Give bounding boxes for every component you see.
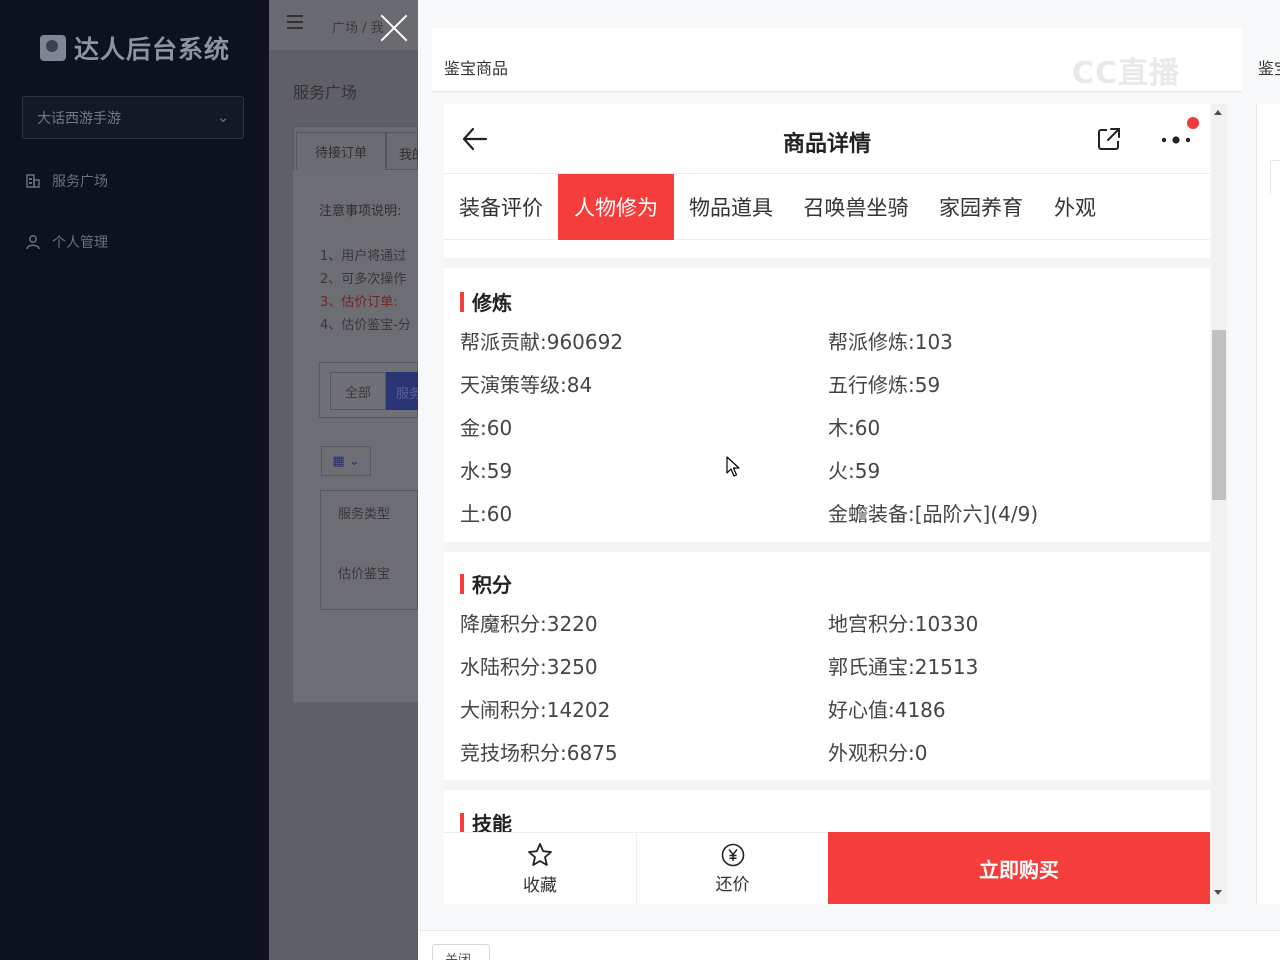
section-title-text: 积分 (472, 573, 512, 597)
watermark: CC直播 (1072, 56, 1181, 91)
filter-all-button[interactable]: 全部 (330, 372, 386, 410)
logo-text: 达人后台系统 (74, 35, 231, 64)
chevron-down-icon: ⌄ (348, 453, 360, 469)
notes-title: 注意事项说明: (319, 204, 402, 219)
sidebar-item-service-square[interactable]: 服务广场 (24, 171, 108, 191)
grid-icon: ▦ (332, 453, 345, 469)
sidebar-item-label: 服务广场 (52, 174, 108, 190)
filter-service-button[interactable]: 服务 (386, 372, 418, 410)
favorite-label: 收藏 (523, 875, 557, 896)
tab-appearance[interactable]: 外观 (1038, 174, 1112, 240)
section-divider (444, 780, 1210, 790)
tab-character[interactable]: 人物修为 (558, 174, 674, 240)
sidebar-item-personal[interactable]: 个人管理 (24, 232, 108, 252)
section-divider (444, 258, 1210, 268)
back-arrow-icon[interactable] (460, 124, 490, 154)
table-cell: 估价鉴宝 (338, 567, 391, 582)
column-toggle-button[interactable]: ▦ ⌄ (321, 446, 371, 476)
close-icon[interactable] (374, 8, 414, 48)
stat-item: 水陆积分:3250 (460, 655, 598, 679)
sidebar (0, 0, 269, 960)
section-title-points: 积分 (460, 569, 512, 598)
share-icon[interactable] (1094, 124, 1124, 154)
tab-home[interactable]: 家园养育 (924, 174, 1038, 240)
stat-item: 水:59 (460, 459, 513, 483)
note-line: 1、用户将通过 (320, 249, 407, 264)
right-panel-inner (1270, 160, 1280, 194)
drawer-title: 鉴宝商品 (444, 59, 509, 78)
section-title-cultivation: 修炼 (460, 287, 512, 316)
stat-item: 土:60 (460, 502, 513, 526)
menu-icon[interactable] (287, 15, 305, 31)
scroll-up-arrow[interactable] (1214, 110, 1222, 115)
favorite-button[interactable]: 收藏 (444, 832, 636, 904)
stat-item: 外观积分:0 (828, 741, 928, 765)
game-select[interactable]: 大话西游手游 ⌄ (22, 96, 244, 139)
close-button[interactable]: 关闭 (432, 944, 490, 960)
scroll-down-arrow[interactable] (1214, 890, 1222, 895)
star-icon (528, 842, 552, 866)
yen-coin-icon (721, 843, 744, 866)
sidebar-item-label: 个人管理 (52, 235, 108, 251)
section-marker (460, 812, 464, 833)
stat-item: 竞技场积分:6875 (460, 741, 618, 765)
scrollbar-thumb[interactable] (1212, 330, 1226, 500)
scrollbar[interactable] (1211, 104, 1227, 904)
table-header: 服务类型 (338, 507, 391, 522)
stat-item: 帮派贡献:960692 (460, 330, 624, 354)
buy-now-button[interactable]: 立即购买 (828, 832, 1210, 904)
tab-items[interactable]: 物品道具 (674, 174, 788, 240)
page-title: 服务广场 (293, 83, 358, 102)
right-panel-title: 鉴宝 (1258, 59, 1280, 78)
logo-icon (40, 35, 66, 61)
game-select-value: 大话西游手游 (37, 110, 121, 127)
mouse-cursor-icon (726, 456, 740, 482)
stat-item: 地宫积分:10330 (828, 612, 979, 636)
stat-item: 五行修炼:59 (828, 373, 941, 397)
product-page-title: 商品详情 (782, 132, 871, 157)
stat-item: 木:60 (828, 416, 881, 440)
section-divider (444, 542, 1210, 552)
stat-item: 好心值:4186 (828, 698, 946, 722)
note-line: 2、可多次操作 (320, 272, 407, 287)
stat-item: 降魔积分:3220 (460, 612, 598, 636)
stat-item: 帮派修炼:103 (828, 330, 953, 354)
note-line: 3、估价订单: (320, 295, 398, 310)
user-icon (24, 233, 42, 251)
section-marker (460, 573, 464, 594)
section-title-text: 修炼 (472, 291, 512, 315)
logo: 达人后台系统 (40, 30, 230, 66)
stat-item: 大闹积分:14202 (460, 698, 611, 722)
stat-item: 金:60 (460, 416, 513, 440)
drawer-footer (418, 930, 1280, 960)
notification-dot (1187, 117, 1199, 129)
tab-equipment-rating[interactable]: 装备评价 (444, 174, 558, 240)
building-icon (24, 172, 42, 190)
bargain-label: 还价 (715, 874, 750, 895)
stat-item: 金蟾装备:[品阶六](4/9) (828, 502, 1039, 526)
tab-pending-orders[interactable]: 待接订单 (296, 132, 386, 170)
note-line: 4、估价鉴宝-分 (320, 318, 411, 333)
section-marker (460, 291, 464, 312)
stat-item: 火:59 (828, 459, 881, 483)
tab-pets-mounts[interactable]: 召唤兽坐骑 (788, 174, 924, 240)
stat-item: 天演策等级:84 (460, 373, 593, 397)
bargain-button[interactable]: 还价 (637, 832, 828, 904)
right-panel (1256, 104, 1280, 904)
stat-item: 郭氏通宝:21513 (828, 655, 979, 679)
chevron-down-icon: ⌄ (217, 109, 229, 126)
